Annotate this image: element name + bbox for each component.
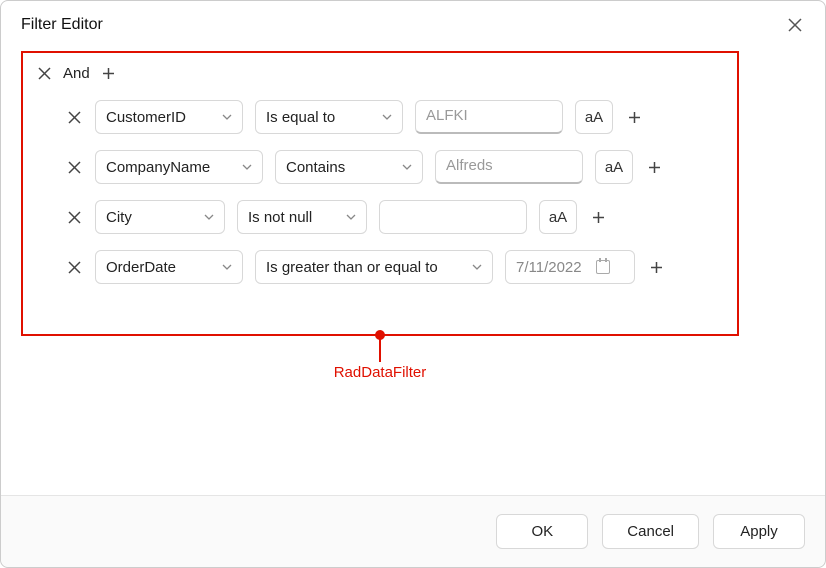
match-case-button[interactable]: aA: [575, 100, 613, 134]
field-label: CustomerID: [106, 109, 186, 126]
plus-icon: [102, 67, 115, 80]
filter-row: CompanyName Contains Alfreds aA: [33, 150, 727, 184]
annotation-line: [379, 334, 381, 362]
value-input[interactable]: Alfreds: [435, 150, 583, 184]
group-row: And: [33, 65, 727, 82]
plus-icon: [648, 161, 661, 174]
field-label: City: [106, 209, 132, 226]
field-selector[interactable]: OrderDate: [95, 250, 243, 284]
close-button[interactable]: [785, 15, 805, 35]
add-row-button[interactable]: [625, 111, 643, 124]
group-operator[interactable]: And: [63, 65, 90, 82]
chevron-down-icon: [242, 164, 252, 170]
chevron-down-icon: [472, 264, 482, 270]
annotation-label: RadDataFilter: [334, 364, 427, 381]
x-icon: [68, 161, 81, 174]
field-selector[interactable]: CustomerID: [95, 100, 243, 134]
dialog-footer: OK Cancel Apply: [1, 495, 825, 567]
plus-icon: [650, 261, 663, 274]
chevron-down-icon: [222, 114, 232, 120]
operator-selector[interactable]: Is equal to: [255, 100, 403, 134]
filter-row: OrderDate Is greater than or equal to 7/…: [33, 250, 727, 284]
value-date-input[interactable]: 7/11/2022: [505, 250, 635, 284]
chevron-down-icon: [382, 114, 392, 120]
filter-editor-dialog: Filter Editor And CustomerID Is equal to: [0, 0, 826, 568]
operator-label: Is not null: [248, 209, 312, 226]
filter-row: City Is not null aA: [33, 200, 727, 234]
match-case-button[interactable]: aA: [539, 200, 577, 234]
plus-icon: [592, 211, 605, 224]
value-input[interactable]: ALFKI: [415, 100, 563, 134]
remove-row-button[interactable]: [65, 161, 83, 174]
operator-selector[interactable]: Contains: [275, 150, 423, 184]
filter-panel: And CustomerID Is equal to ALFKI aA Comp…: [21, 51, 739, 336]
field-label: CompanyName: [106, 159, 210, 176]
date-value: 7/11/2022: [516, 259, 582, 276]
x-icon: [38, 67, 51, 80]
chevron-down-icon: [346, 214, 356, 220]
chevron-down-icon: [402, 164, 412, 170]
match-case-button[interactable]: aA: [595, 150, 633, 184]
operator-label: Contains: [286, 159, 345, 176]
calendar-icon: [596, 260, 610, 274]
value-input[interactable]: [379, 200, 527, 234]
apply-button[interactable]: Apply: [713, 514, 805, 549]
close-icon: [788, 18, 802, 32]
operator-selector[interactable]: Is greater than or equal to: [255, 250, 493, 284]
operator-selector[interactable]: Is not null: [237, 200, 367, 234]
x-icon: [68, 111, 81, 124]
operator-label: Is equal to: [266, 109, 335, 126]
chevron-down-icon: [222, 264, 232, 270]
plus-icon: [628, 111, 641, 124]
cancel-button[interactable]: Cancel: [602, 514, 699, 549]
operator-label: Is greater than or equal to: [266, 259, 438, 276]
remove-row-button[interactable]: [65, 261, 83, 274]
chevron-down-icon: [204, 214, 214, 220]
x-icon: [68, 211, 81, 224]
remove-group-button[interactable]: [35, 67, 53, 80]
add-condition-button[interactable]: [100, 67, 118, 80]
x-icon: [68, 261, 81, 274]
field-selector[interactable]: City: [95, 200, 225, 234]
dialog-content: And CustomerID Is equal to ALFKI aA Comp…: [1, 47, 825, 495]
remove-row-button[interactable]: [65, 211, 83, 224]
field-selector[interactable]: CompanyName: [95, 150, 263, 184]
field-label: OrderDate: [106, 259, 176, 276]
ok-button[interactable]: OK: [496, 514, 588, 549]
filter-row: CustomerID Is equal to ALFKI aA: [33, 100, 727, 134]
dialog-header: Filter Editor: [1, 1, 825, 47]
add-row-button[interactable]: [647, 261, 665, 274]
remove-row-button[interactable]: [65, 111, 83, 124]
add-row-button[interactable]: [589, 211, 607, 224]
dialog-title: Filter Editor: [21, 16, 103, 34]
add-row-button[interactable]: [645, 161, 663, 174]
